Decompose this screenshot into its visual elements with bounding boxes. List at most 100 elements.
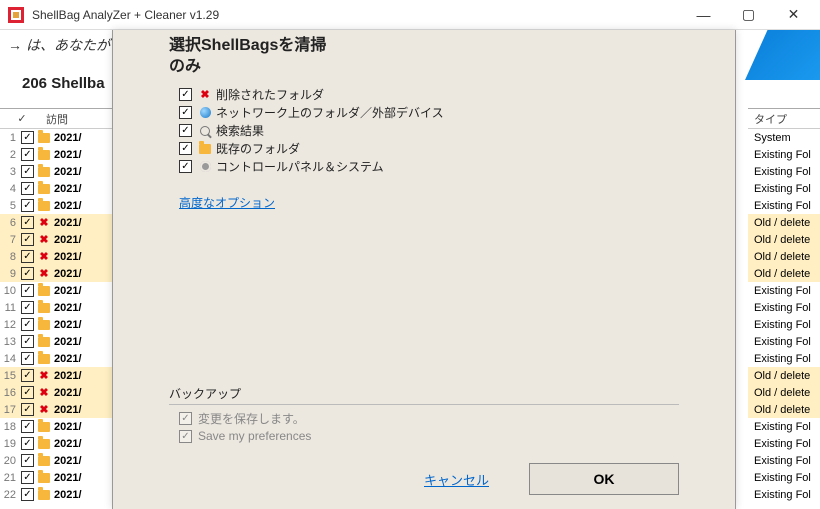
type-cell: Old / delete	[748, 401, 820, 418]
type-cell: Existing Fol	[748, 435, 820, 452]
row-checkbox[interactable]	[21, 318, 34, 331]
table-row[interactable]: 52021/	[0, 197, 112, 214]
opt-save-preferences[interactable]: Save my preferences	[179, 427, 679, 445]
row-checkbox[interactable]	[21, 199, 34, 212]
table-row[interactable]: 9✖2021/	[0, 265, 112, 282]
table-row[interactable]: 17✖2021/	[0, 401, 112, 418]
row-checkbox[interactable]	[21, 403, 34, 416]
type-cell: Existing Fol	[748, 316, 820, 333]
row-checkbox[interactable]	[21, 250, 34, 263]
row-checkbox[interactable]	[21, 131, 34, 144]
table-row[interactable]: 112021/	[0, 299, 112, 316]
table-row[interactable]: 202021/	[0, 452, 112, 469]
table-row[interactable]: 192021/	[0, 435, 112, 452]
advanced-options-link[interactable]: 高度なオプション	[179, 194, 275, 211]
col-type-header[interactable]: タイプ	[748, 109, 820, 129]
folder-icon	[37, 182, 51, 196]
backup-section-title: バックアップ	[169, 385, 679, 405]
table-row[interactable]: 212021/	[0, 469, 112, 486]
table-row[interactable]: 6✖2021/	[0, 214, 112, 231]
table-row[interactable]: 32021/	[0, 163, 112, 180]
row-checkbox[interactable]	[21, 182, 34, 195]
row-checkbox[interactable]	[21, 471, 34, 484]
opt-control-panel[interactable]: コントロールパネル＆システム	[179, 158, 685, 176]
opt-deleted-folders[interactable]: ✖削除されたフォルダ	[179, 86, 685, 104]
row-checkbox[interactable]	[21, 216, 34, 229]
app-icon	[8, 7, 24, 23]
ok-button[interactable]: OK	[529, 463, 679, 495]
col-check-header[interactable]: ✓	[0, 112, 44, 125]
type-cell: Existing Fol	[748, 452, 820, 469]
table-row[interactable]: 142021/	[0, 350, 112, 367]
type-cell: Existing Fol	[748, 418, 820, 435]
search-icon	[198, 124, 212, 138]
row-checkbox[interactable]	[21, 148, 34, 161]
col-date-header[interactable]: 訪問	[44, 111, 112, 127]
type-cell: Old / delete	[748, 248, 820, 265]
type-cell: Existing Fol	[748, 146, 820, 163]
window-title: ShellBag AnalyZer + Cleaner v1.29	[32, 8, 681, 22]
titlebar: ShellBag AnalyZer + Cleaner v1.29 — ▢ ✕	[0, 0, 820, 30]
maximize-button[interactable]: ▢	[726, 0, 771, 29]
row-checkbox[interactable]	[21, 165, 34, 178]
type-cell: Existing Fol	[748, 486, 820, 503]
dialog-title: 選択ShellBagsを清掃のみ	[169, 36, 685, 78]
gear-icon	[198, 160, 212, 174]
clean-dialog: 選択ShellBagsを清掃のみ ✖削除されたフォルダ ネットワーク上のフォルダ…	[112, 30, 736, 509]
deleted-icon: ✖	[198, 88, 212, 102]
globe-icon	[198, 106, 212, 120]
prompt-line: →は、あなたが	[8, 35, 110, 55]
folder-icon	[37, 420, 51, 434]
folder-icon	[37, 284, 51, 298]
row-checkbox[interactable]	[21, 233, 34, 246]
row-checkbox[interactable]	[21, 488, 34, 501]
row-checkbox[interactable]	[21, 369, 34, 382]
table-row[interactable]: 182021/	[0, 418, 112, 435]
type-cell: Existing Fol	[748, 299, 820, 316]
row-checkbox[interactable]	[21, 386, 34, 399]
type-cell: Old / delete	[748, 265, 820, 282]
row-checkbox[interactable]	[21, 267, 34, 280]
deleted-icon: ✖	[37, 216, 51, 230]
folder-icon	[37, 301, 51, 315]
type-cell: Existing Fol	[748, 163, 820, 180]
table-row[interactable]: 22021/	[0, 146, 112, 163]
deleted-icon: ✖	[37, 233, 51, 247]
opt-search-results[interactable]: 検索結果	[179, 122, 685, 140]
folder-icon	[37, 165, 51, 179]
type-cell: Existing Fol	[748, 180, 820, 197]
table-left: ✓ 訪問 12021/22021/32021/42021/52021/6✖202…	[0, 108, 112, 509]
folder-icon	[37, 488, 51, 502]
opt-existing-folders[interactable]: 既存のフォルダ	[179, 140, 685, 158]
deleted-icon: ✖	[37, 403, 51, 417]
row-checkbox[interactable]	[21, 301, 34, 314]
table-row[interactable]: 16✖2021/	[0, 384, 112, 401]
opt-network-folders[interactable]: ネットワーク上のフォルダ／外部デバイス	[179, 104, 685, 122]
row-checkbox[interactable]	[21, 284, 34, 297]
row-checkbox[interactable]	[21, 352, 34, 365]
row-checkbox[interactable]	[21, 420, 34, 433]
row-checkbox[interactable]	[21, 454, 34, 467]
table-row[interactable]: 8✖2021/	[0, 248, 112, 265]
table-row[interactable]: 132021/	[0, 333, 112, 350]
minimize-button[interactable]: —	[681, 0, 726, 29]
table-row[interactable]: 42021/	[0, 180, 112, 197]
folder-icon	[37, 199, 51, 213]
table-row[interactable]: 122021/	[0, 316, 112, 333]
opt-save-changes[interactable]: 変更を保存します。	[179, 409, 679, 427]
folder-icon	[37, 131, 51, 145]
close-button[interactable]: ✕	[771, 0, 816, 29]
type-cell: Existing Fol	[748, 197, 820, 214]
row-checkbox[interactable]	[21, 335, 34, 348]
cancel-button[interactable]: キャンセル	[424, 470, 489, 489]
folder-icon	[37, 335, 51, 349]
table-row[interactable]: 12021/	[0, 129, 112, 146]
table-row[interactable]: 7✖2021/	[0, 231, 112, 248]
table-row[interactable]: 15✖2021/	[0, 367, 112, 384]
folder-icon	[37, 437, 51, 451]
table-row[interactable]: 102021/	[0, 282, 112, 299]
row-checkbox[interactable]	[21, 437, 34, 450]
table-row[interactable]: 222021/	[0, 486, 112, 503]
deleted-icon: ✖	[37, 267, 51, 281]
deleted-icon: ✖	[37, 386, 51, 400]
